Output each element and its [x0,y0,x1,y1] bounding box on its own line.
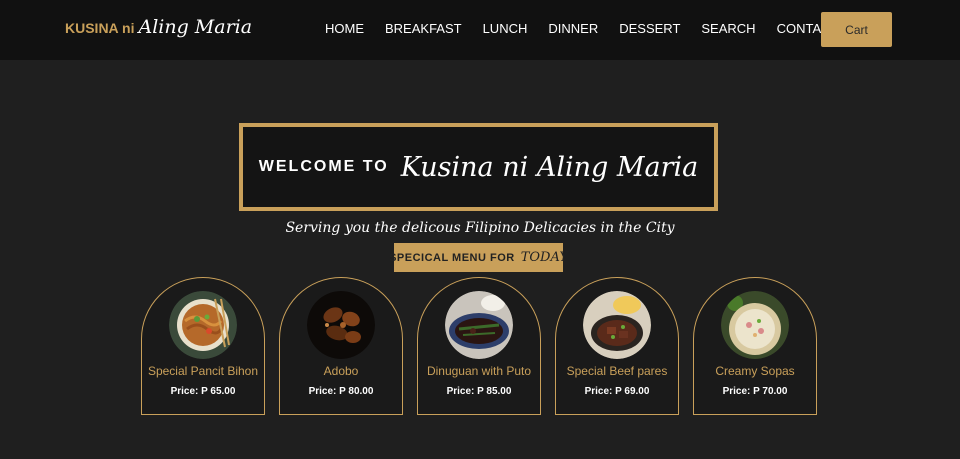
special-menu-badge: SPECICAL MENU FOR TODAY [389,243,568,272]
welcome-banner: WELCOME TO Kusina ni Aling Maria [239,123,718,211]
adobo-image [307,291,375,359]
dinuguan-image [445,291,513,359]
creamy-sopas-image [721,291,789,359]
menu-item-price: Price: P 85.00 [446,386,512,397]
menu-card-dinuguan[interactable]: Dinuguan with Puto Price: P 85.00 [417,277,541,415]
menu-item-name: Special Beef pares [566,364,668,378]
nav-search[interactable]: SEARCH [701,21,755,36]
menu-card-adobo[interactable]: Adobo Price: P 80.00 [279,277,403,415]
menu-card-pancit-bihon[interactable]: Special Pancit Bihon Price: P 65.00 [141,277,265,415]
nav-dessert[interactable]: DESSERT [619,21,680,36]
pancit-bihon-image [169,291,237,359]
menu-item-name: Special Pancit Bihon [147,364,259,378]
brand-logo[interactable]: KUSINA ni Aling Maria [65,16,252,38]
welcome-prefix: WELCOME TO [258,158,389,175]
menu-item-price: Price: P 69.00 [584,386,650,397]
nav-dinner[interactable]: DINNER [548,21,598,36]
menu-item-price: Price: P 80.00 [308,386,374,397]
tagline: Serving you the delicous Filipino Delica… [285,220,675,236]
nav-lunch[interactable]: LUNCH [483,21,528,36]
menu-item-name: Dinuguan with Puto [426,364,532,378]
special-menu-label: SPECICAL MENU FOR [389,251,515,264]
special-menu-today: TODAY [520,250,568,265]
brand-script-text: Aling Maria [138,16,253,38]
brand-main-text: KUSINA ni [65,20,135,36]
cart-button[interactable]: Cart [821,12,892,47]
menu-item-name: Adobo [323,364,359,378]
nav-home[interactable]: HOME [325,21,364,36]
menu-card-creamy-sopas[interactable]: Creamy Sopas Price: P 70.00 [693,277,817,415]
nav-breakfast[interactable]: BREAKFAST [385,21,462,36]
beef-pares-image [583,291,651,359]
navbar: KUSINA ni Aling Maria HOME BREAKFAST LUN… [0,0,960,60]
menu-card-beef-pares[interactable]: Special Beef pares Price: P 69.00 [555,277,679,415]
menu-item-name: Creamy Sopas [715,364,795,378]
nav-links: HOME BREAKFAST LUNCH DINNER DESSERT SEAR… [325,21,859,36]
welcome-title: Kusina ni Aling Maria [400,151,699,183]
menu-item-price: Price: P 70.00 [722,386,788,397]
menu-item-price: Price: P 65.00 [170,386,236,397]
